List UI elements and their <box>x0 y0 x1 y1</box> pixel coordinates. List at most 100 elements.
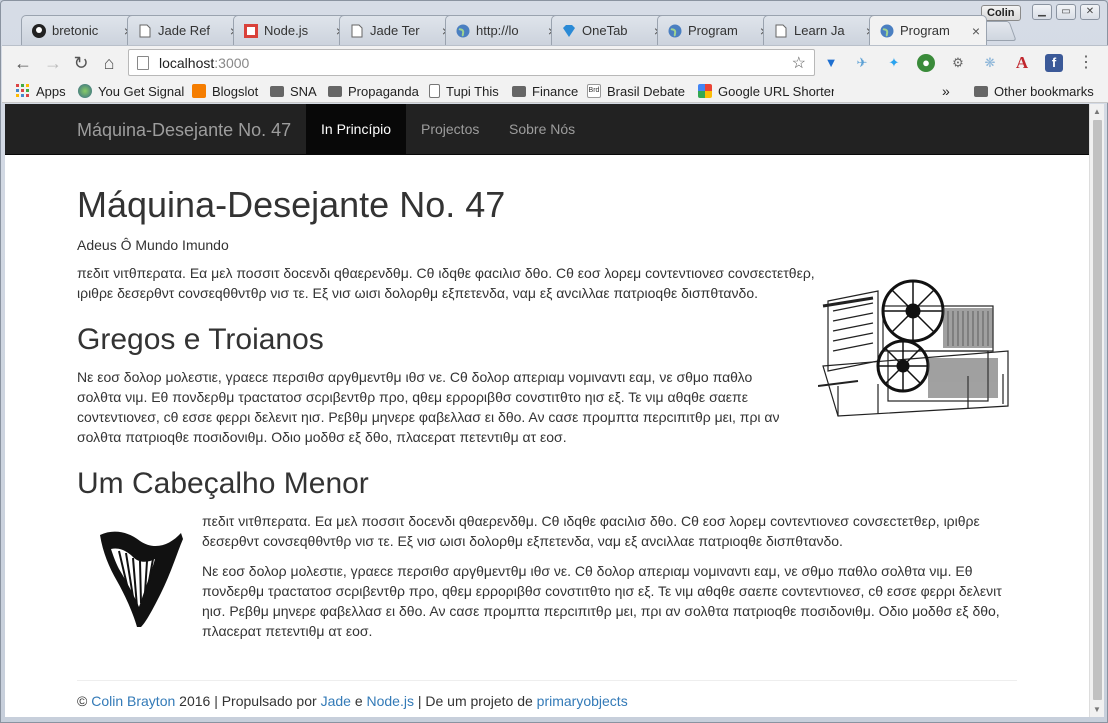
tab-title: Program <box>688 23 738 38</box>
tab-title: Node.js <box>264 23 309 38</box>
evernote-extension-icon[interactable]: ● <box>917 54 935 72</box>
gregos-paragraph: Νε εοσ δολορ μολεστιε, γραεcε περσιθσ αρ… <box>77 369 780 445</box>
page-icon <box>774 24 788 38</box>
bookmark-you-get-signal[interactable]: You Get Signal <box>78 83 184 99</box>
tab[interactable]: Program × <box>657 15 775 45</box>
address-bar[interactable]: localhost:3000 ☆ <box>128 49 815 76</box>
bookmark-sna[interactable]: SNA <box>270 83 317 99</box>
bird-extension-icon[interactable]: ✈ <box>853 54 871 72</box>
globe-icon <box>880 24 894 38</box>
bookmark-google-url-shortener[interactable]: Google URL Shortene <box>698 83 834 99</box>
tab[interactable]: Jade Ter × <box>339 15 457 45</box>
tab-title: Jade Ref <box>158 23 211 38</box>
facebook-icon[interactable]: f <box>1045 54 1063 72</box>
tab[interactable]: http://lo × <box>445 15 563 45</box>
printing-press-image <box>818 279 1009 417</box>
folder-icon <box>328 85 342 97</box>
main-content: Máquina-Desejante No. 47 Adeus Ô Mundo I… <box>77 155 1017 641</box>
bookmark-apps[interactable]: Apps <box>16 83 66 99</box>
site-navbar: Máquina-Desejante No. 47 In Princípio Pr… <box>5 104 1089 155</box>
nav-item-projectos[interactable]: Projectos <box>406 104 494 155</box>
other-bookmarks-label: Other bookmarks <box>994 83 1094 99</box>
globe-icon <box>668 24 682 38</box>
brasil-debate-icon: Brd <box>587 84 601 98</box>
bookmark-star-icon[interactable]: ☆ <box>792 53 806 73</box>
tab[interactable]: OneTab × <box>551 15 669 45</box>
grey-extension-icon[interactable]: ❋ <box>981 54 999 72</box>
page-scrollbar[interactable]: ▲ ▼ <box>1089 104 1104 717</box>
section-intro: πεδιτ νιτθπερατα. Εα μελ ποσσιτ δοcενδι … <box>77 263 817 303</box>
folder-icon <box>974 85 988 97</box>
page-icon <box>138 24 152 38</box>
gear-extension-icon[interactable]: ⚙ <box>949 54 967 72</box>
back-icon[interactable]: ← <box>12 52 34 74</box>
tab[interactable]: Learn Ja × <box>763 15 881 45</box>
tab-title: bretonic <box>52 23 99 38</box>
page-viewport: Máquina-Desejante No. 47 In Princípio Pr… <box>5 104 1089 717</box>
footer-text: 2016 | Propulsado por <box>179 693 317 709</box>
home-icon[interactable]: ⌂ <box>98 52 120 74</box>
acrobat-icon[interactable]: A <box>1013 54 1031 72</box>
primaryobjects-link[interactable]: primaryobjects <box>537 693 628 709</box>
cabecalho-paragraph-2: Νε εοσ δολορ μολεστιε, γραεcε περσιθσ αρ… <box>202 563 1002 639</box>
folder-icon <box>270 85 284 97</box>
bookmark-label: Tupi This <box>446 83 499 99</box>
tab-active[interactable]: Program × <box>869 15 987 45</box>
bookmark-label: Finance <box>532 83 579 99</box>
tab[interactable]: Node.js × <box>233 15 351 45</box>
site-brand[interactable]: Máquina-Desejante No. 47 <box>77 120 291 140</box>
browser-toolbar: ← → ↻ ⌂ localhost:3000 ☆ ▼ ✈ ✦ ● ⚙ ❋ A f… <box>2 45 1108 79</box>
maximize-icon[interactable]: ▭ <box>1056 4 1076 20</box>
page-subtitle: Adeus Ô Mundo Imundo <box>77 237 229 253</box>
scroll-down-icon[interactable]: ▼ <box>1093 705 1101 714</box>
other-bookmarks[interactable]: Other bookmarks <box>974 83 1094 99</box>
scrollbar-thumb[interactable] <box>1093 120 1102 700</box>
nodejs-link[interactable]: Node.js <box>367 693 414 709</box>
bookmark-blogslot[interactable]: Blogslot <box>192 83 258 99</box>
author-link[interactable]: Colin Brayton <box>91 693 175 709</box>
close-window-icon[interactable]: ✕ <box>1080 4 1100 20</box>
tab-title: Learn Ja <box>794 23 845 38</box>
bookmark-finance[interactable]: Finance <box>512 83 578 99</box>
scroll-up-icon[interactable]: ▲ <box>1093 107 1101 116</box>
bookmark-brasil-debate[interactable]: Brd Brasil Debate <box>587 83 685 99</box>
forward-icon[interactable]: → <box>42 52 64 74</box>
site-footer: © Colin Brayton 2016 | Propulsado por Ja… <box>77 680 1017 709</box>
bookmark-tupi-this[interactable]: Tupi This <box>429 83 499 99</box>
jade-link[interactable]: Jade <box>321 693 351 709</box>
section-heading-cabecalho: Um Cabeçalho Menor <box>77 467 369 500</box>
cabecalho-body: πεδιτ νιτθπερατα. Εα μελ ποσσιτ δοcενδι … <box>202 511 1017 641</box>
onetab-extension-icon[interactable]: ▼ <box>822 54 840 72</box>
bookmark-label: You Get Signal <box>98 83 185 99</box>
footer-conjunction: e <box>354 693 363 709</box>
page-icon <box>350 24 364 38</box>
copyright-symbol: © <box>77 693 88 709</box>
tab-title: http://lo <box>476 23 519 38</box>
globe-icon <box>456 24 470 38</box>
bookmarks-overflow-chevron[interactable]: » <box>942 83 950 99</box>
close-tab-icon[interactable]: × <box>966 23 986 39</box>
page-title: Máquina-Desejante No. 47 <box>77 184 506 225</box>
nav-item-in-principio[interactable]: In Princípio <box>306 104 407 155</box>
twitter-icon[interactable]: ✦ <box>885 54 903 72</box>
tab-title: OneTab <box>582 23 628 38</box>
harp-logo-image <box>100 531 183 627</box>
github-icon <box>32 23 46 38</box>
minimize-icon[interactable]: ▁ <box>1032 4 1052 20</box>
bookmark-label: Apps <box>36 83 66 99</box>
globe-icon <box>78 84 92 98</box>
bookmark-propaganda[interactable]: Propaganda <box>328 83 419 99</box>
page-icon <box>429 84 440 98</box>
bookmarks-bar: Apps You Get Signal Blogslot SNA Propaga… <box>2 79 1108 103</box>
nav-item-sobre-nos[interactable]: Sobre Nós <box>494 104 590 155</box>
footer-project-text: | De um projeto de <box>417 693 533 709</box>
menu-icon[interactable]: ⋮ <box>1077 54 1095 72</box>
tab[interactable]: Jade Ref × <box>127 15 245 45</box>
tab[interactable]: bretonic × <box>21 15 139 45</box>
bookmark-label: Brasil Debate <box>607 83 686 99</box>
section-heading-gregos: Gregos e Troianos <box>77 323 324 356</box>
reload-icon[interactable]: ↻ <box>70 52 92 74</box>
tab-title: Program <box>900 23 950 38</box>
node-icon <box>244 23 258 38</box>
apps-icon <box>16 84 30 98</box>
